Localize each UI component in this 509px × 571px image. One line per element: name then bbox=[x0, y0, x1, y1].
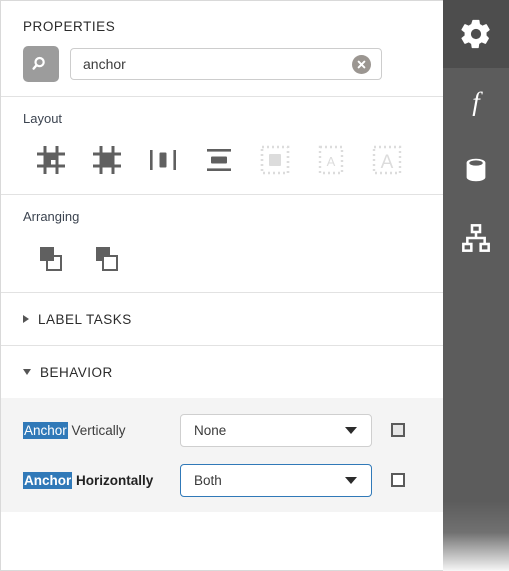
align-grid-partial-icon bbox=[37, 146, 65, 174]
checkbox-anchor-vertically[interactable] bbox=[391, 423, 405, 437]
grow-text-icon: A bbox=[372, 145, 402, 175]
property-row-anchor-horizontally: Anchor Horizontally Both bbox=[1, 462, 443, 498]
fit-container-icon bbox=[260, 145, 290, 175]
layout-group: Layout A A bbox=[1, 97, 443, 194]
gear-icon bbox=[461, 19, 490, 49]
properties-window: PROPERTIES Layout bbox=[0, 0, 509, 571]
rail-item-expressions[interactable]: f bbox=[443, 68, 509, 136]
search-field[interactable] bbox=[70, 48, 382, 80]
rail-item-structure[interactable] bbox=[443, 204, 509, 272]
dropdown-value: None bbox=[194, 422, 227, 438]
checkbox-anchor-horizontally[interactable] bbox=[391, 473, 405, 487]
center-horizontally-button[interactable] bbox=[191, 140, 247, 180]
search-match-highlight: Anchor bbox=[23, 421, 68, 439]
center-horizontally-icon bbox=[207, 149, 231, 171]
page-title: PROPERTIES bbox=[23, 19, 116, 34]
dropdown-anchor-horizontally[interactable]: Both bbox=[180, 463, 372, 497]
svg-text:f: f bbox=[472, 87, 483, 117]
chevron-right-icon bbox=[23, 315, 29, 323]
property-label-rest: Vertically bbox=[67, 422, 126, 438]
grow-text-button: A bbox=[359, 140, 415, 180]
arranging-group-label: Arranging bbox=[23, 209, 80, 224]
chevron-down-icon bbox=[345, 476, 357, 484]
property-label-anchor-horizontally: Anchor Horizontally bbox=[23, 471, 180, 489]
chevron-down-icon bbox=[23, 369, 31, 375]
arranging-icon-row bbox=[23, 238, 443, 278]
bring-to-front-button[interactable] bbox=[23, 238, 79, 278]
close-icon bbox=[357, 60, 366, 68]
right-toolbar: f bbox=[443, 0, 509, 571]
svg-text:A: A bbox=[381, 152, 394, 173]
database-icon bbox=[466, 158, 486, 182]
property-label-rest: Horizontally bbox=[72, 472, 154, 488]
fit-container-button bbox=[247, 140, 303, 180]
layout-icon-row: A A bbox=[23, 140, 443, 180]
shrink-text-button: A bbox=[303, 140, 359, 180]
rail-item-properties[interactable] bbox=[443, 0, 509, 68]
search-button[interactable] bbox=[23, 46, 59, 82]
bring-to-front-icon bbox=[40, 247, 62, 271]
send-to-back-icon bbox=[96, 247, 118, 271]
align-grid-fill-button[interactable] bbox=[79, 140, 135, 180]
dropdown-value: Both bbox=[194, 472, 222, 488]
svg-text:A: A bbox=[327, 154, 336, 169]
rail-item-data-sources[interactable] bbox=[443, 136, 509, 204]
align-grid-fill-icon bbox=[93, 146, 121, 174]
section-title-label-tasks: LABEL TASKS bbox=[38, 311, 132, 327]
clear-search-button[interactable] bbox=[352, 54, 371, 74]
function-icon: f bbox=[472, 87, 483, 117]
center-vertically-icon bbox=[150, 150, 176, 170]
center-vertically-button[interactable] bbox=[135, 140, 191, 180]
search-row bbox=[1, 34, 443, 96]
property-row-anchor-vertically: Anchor Vertically None bbox=[1, 412, 443, 448]
section-header-behavior[interactable]: BEHAVIOR bbox=[1, 346, 443, 398]
properties-panel: PROPERTIES Layout bbox=[0, 0, 443, 571]
shrink-text-icon: A bbox=[318, 145, 344, 175]
send-to-back-button[interactable] bbox=[79, 238, 135, 278]
layout-group-label: Layout bbox=[23, 111, 63, 126]
align-grid-partial-button[interactable] bbox=[23, 140, 79, 180]
section-title-behavior: BEHAVIOR bbox=[40, 364, 113, 380]
behavior-content: Anchor Vertically None Anchor Horizontal… bbox=[1, 398, 443, 512]
arranging-group: Arranging bbox=[1, 195, 443, 292]
dropdown-anchor-vertically[interactable]: None bbox=[180, 413, 372, 447]
search-icon bbox=[32, 56, 45, 70]
search-match-highlight: Anchor bbox=[23, 471, 73, 489]
chevron-down-icon bbox=[345, 426, 357, 434]
hierarchy-icon bbox=[462, 224, 490, 252]
search-input[interactable] bbox=[71, 48, 352, 80]
section-header-label-tasks[interactable]: LABEL TASKS bbox=[1, 293, 443, 345]
property-label-anchor-vertically: Anchor Vertically bbox=[23, 421, 180, 439]
